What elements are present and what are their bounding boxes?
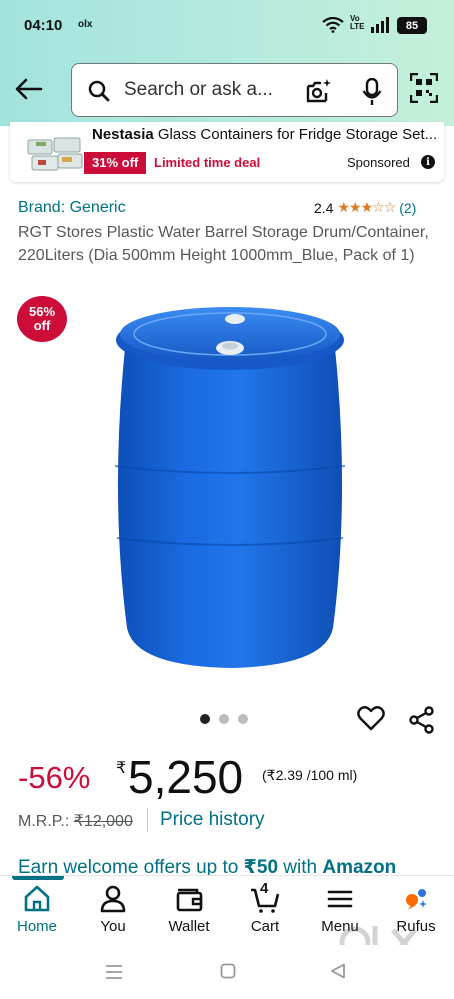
menu-icon [327, 890, 353, 908]
image-carousel-dots[interactable] [200, 714, 248, 724]
currency-symbol: ₹ [116, 760, 127, 777]
volte-indicator: Vo LTE [350, 15, 365, 31]
rating-value: 2.4 [314, 199, 334, 216]
discount-bubble: 56% off [17, 296, 67, 342]
nav-cart-label: Cart [250, 918, 280, 935]
carousel-dot[interactable] [238, 714, 248, 724]
nav-home-label: Home [16, 918, 57, 935]
active-tab-indicator [12, 876, 64, 880]
info-icon[interactable]: i [421, 155, 435, 169]
sponsored-ad-banner[interactable]: Nestasia Glass Containers for Fridge Sto… [10, 122, 444, 182]
unit-price: (₹2.39 /100 ml) [262, 767, 358, 783]
carousel-dot[interactable] [219, 714, 229, 724]
rating-summary[interactable]: 2.4 ★★★☆☆ (2) [314, 199, 416, 216]
notification-app-icon: olx [78, 19, 93, 30]
status-time: 04:10 [24, 17, 63, 34]
nav-you-label: You [100, 918, 126, 935]
system-navigation-bar [0, 945, 454, 999]
product-title: RGT Stores Plastic Water Barrel Storage … [18, 224, 429, 264]
star-rating-icon: ★★★☆☆ [337, 199, 396, 215]
ad-title[interactable]: Nestasia Glass Containers for Fridge Sto… [92, 126, 437, 143]
nav-you[interactable]: You [78, 884, 148, 944]
discount-percent: -56% [18, 760, 91, 795]
search-box[interactable] [71, 63, 398, 117]
search-icon [88, 80, 110, 102]
battery-indicator: 85 [397, 17, 427, 34]
heart-icon[interactable] [357, 705, 385, 731]
ad-title-text: Glass Containers for Fridge Storage Set.… [153, 126, 438, 143]
ad-deal-label: Limited time deal [154, 155, 261, 170]
share-icon[interactable] [408, 706, 436, 734]
discount-bubble-pct: 56% [28, 304, 56, 319]
nav-wallet-label: Wallet [168, 918, 210, 935]
divider [147, 808, 148, 832]
arrow-left-icon [15, 78, 43, 100]
nav-cart[interactable]: 4 Cart [230, 880, 300, 944]
status-bar: 04:10 olx Vo LTE 85 [0, 0, 454, 54]
recent-apps-icon[interactable] [105, 965, 123, 979]
wifi-icon [322, 17, 344, 33]
nav-home[interactable]: Home [2, 884, 72, 944]
ad-discount-badge: 31% off [84, 152, 147, 174]
user-icon [100, 885, 126, 913]
system-home-icon[interactable] [220, 963, 236, 979]
home-icon [24, 885, 50, 912]
search-input[interactable] [124, 78, 294, 102]
nav-wallet[interactable]: Wallet [154, 884, 224, 944]
sponsored-label: Sponsored [347, 155, 410, 170]
brand-link[interactable]: Brand: Generic [18, 199, 126, 217]
mrp: M.R.P.: ₹12,000 [18, 811, 133, 831]
back-button[interactable] [12, 74, 46, 104]
top-bar: 04:10 olx Vo LTE 85 [0, 0, 454, 126]
discount-bubble-off: off [33, 318, 51, 333]
volte-bottom: LTE [350, 22, 365, 31]
wallet-icon [176, 888, 203, 912]
ad-product-thumbnail [27, 137, 83, 171]
ad-brand: Nestasia [92, 126, 154, 143]
qr-scan-icon[interactable] [410, 73, 438, 103]
camera-lens-icon[interactable] [304, 78, 332, 104]
carousel-dot[interactable] [200, 714, 210, 724]
review-count[interactable]: (2) [399, 200, 416, 216]
mrp-value: ₹12,000 [73, 813, 133, 830]
rufus-icon [406, 889, 427, 910]
price-history-link[interactable]: Price history [160, 809, 265, 831]
signal-icon [371, 17, 389, 33]
product-image-barrel[interactable] [105, 298, 355, 670]
system-back-icon[interactable] [330, 963, 346, 979]
mrp-label: M.R.P.: [18, 813, 70, 830]
cart-count-badge: 4 [260, 880, 269, 897]
microphone-icon[interactable] [362, 78, 382, 106]
price-value: 5,250 [128, 751, 244, 803]
